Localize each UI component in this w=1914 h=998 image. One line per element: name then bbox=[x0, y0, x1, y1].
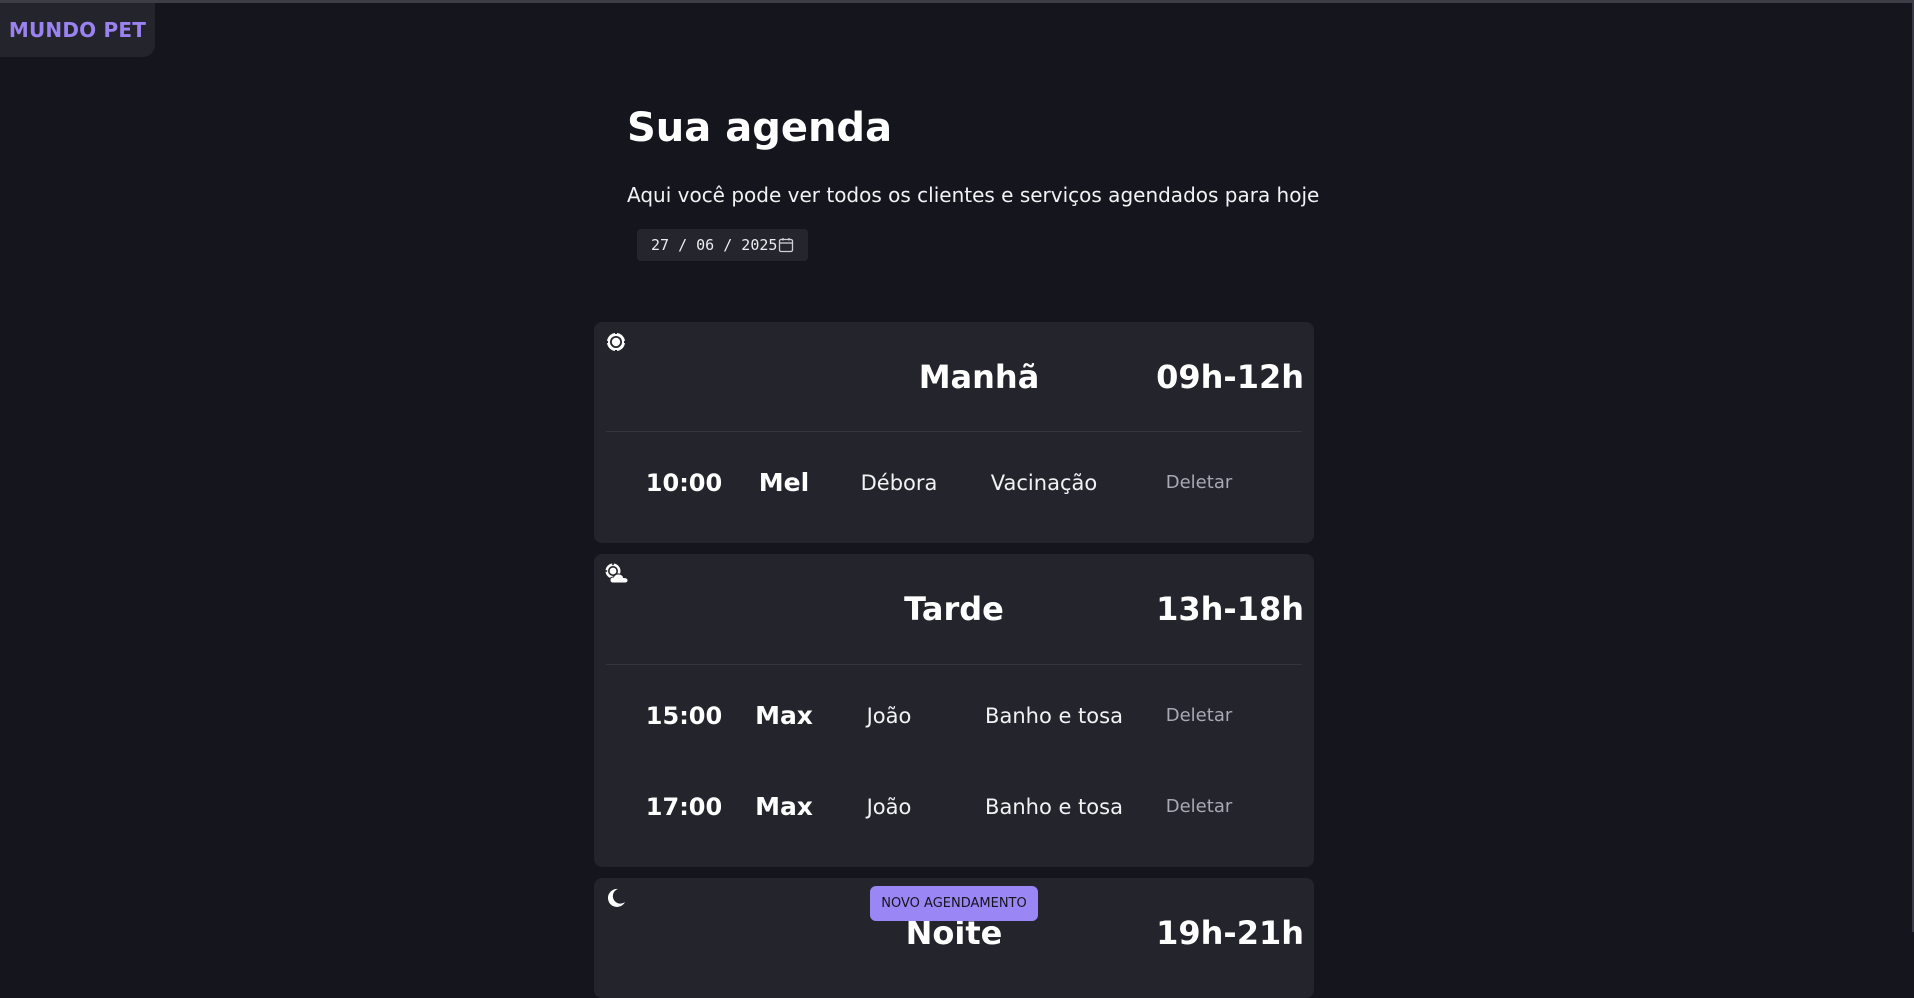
period-afternoon: Tarde 13h-18h 15:00 Max João Banho e tos… bbox=[594, 554, 1314, 867]
appointment-pet: Max bbox=[755, 701, 813, 730]
period-divider bbox=[606, 431, 1302, 432]
sun-icon bbox=[605, 331, 627, 353]
page-title: Sua agenda bbox=[627, 105, 893, 151]
moon-icon bbox=[607, 888, 625, 907]
delete-button[interactable]: Deletar bbox=[1154, 792, 1244, 822]
appointment-pet: Max bbox=[755, 792, 813, 821]
browser-top-border bbox=[0, 0, 1914, 3]
period-hours: 09h-12h bbox=[1156, 358, 1304, 396]
period-morning: Manhã 09h-12h 10:00 Mel Débora Vacinação… bbox=[594, 322, 1314, 543]
appointment-time: 17:00 bbox=[645, 793, 723, 821]
appointment-row: 17:00 Max João Banho e tosa Deletar bbox=[594, 792, 1314, 822]
appointment-row: 10:00 Mel Débora Vacinação Deletar bbox=[594, 468, 1314, 498]
calendar-icon[interactable] bbox=[778, 237, 794, 253]
date-value: 27 / 06 / 2025 bbox=[651, 236, 778, 254]
appointment-service: Vacinação bbox=[990, 471, 1098, 495]
appointment-time: 15:00 bbox=[645, 702, 723, 730]
appointment-pet: Mel bbox=[758, 468, 810, 497]
delete-button[interactable]: Deletar bbox=[1154, 701, 1244, 731]
appointment-owner: Débora bbox=[860, 471, 938, 495]
period-hours: 13h-18h bbox=[1156, 590, 1304, 628]
appointment-service: Banho e tosa bbox=[985, 795, 1123, 819]
period-name: Tarde bbox=[904, 590, 1004, 628]
period-divider bbox=[606, 664, 1302, 665]
period-hours: 19h-21h bbox=[1156, 914, 1304, 952]
sun-cloud-icon bbox=[604, 562, 629, 584]
delete-button[interactable]: Deletar bbox=[1154, 468, 1244, 498]
appointment-owner: João bbox=[866, 795, 912, 819]
appointment-time: 10:00 bbox=[645, 469, 723, 497]
appointment-row: 15:00 Max João Banho e tosa Deletar bbox=[594, 701, 1314, 731]
new-appointment-button[interactable]: NOVO AGENDAMENTO bbox=[870, 886, 1038, 921]
period-name: Manhã bbox=[918, 358, 1040, 396]
appointment-service: Banho e tosa bbox=[985, 704, 1123, 728]
appointment-owner: João bbox=[866, 704, 912, 728]
page-subtitle: Aqui você pode ver todos os clientes e s… bbox=[627, 183, 1320, 207]
brand-logo[interactable]: MUNDO PET bbox=[0, 3, 155, 57]
date-picker-input[interactable]: 27 / 06 / 2025 bbox=[637, 229, 808, 261]
